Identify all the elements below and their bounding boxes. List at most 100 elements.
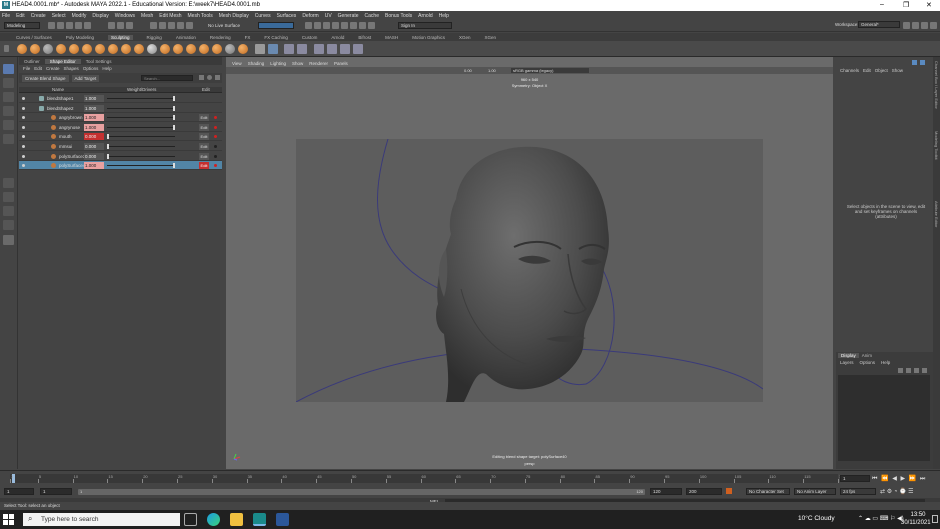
shelf-tab-poly-modeling[interactable]: Poly Modeling [66,35,94,40]
menu-windows[interactable]: Windows [115,13,135,19]
shape-menu-edit[interactable]: Edit [34,66,42,71]
shelf-tab-mash[interactable]: MASH [385,35,398,40]
file-explorer-icon[interactable] [230,513,243,526]
range-bar[interactable]: 1 120 [78,489,645,495]
pinch-tool-icon[interactable] [69,44,79,54]
side-tab-channel-box-layer-editor[interactable]: Channel Box / Layer Editor [934,61,939,109]
layer-menu-help[interactable]: Help [881,360,890,365]
tab-tool-settings[interactable]: Tool Settings [81,59,117,64]
end-frame-field[interactable]: 200 [686,488,722,495]
windows-start-icon[interactable] [3,514,14,525]
add-target-button[interactable]: Add Target [71,74,100,82]
weight-slider[interactable] [107,117,175,119]
new-layer-selected-icon[interactable] [922,368,927,373]
wax-tool-icon[interactable] [147,44,157,54]
clock-time[interactable]: 13:50 [907,512,929,518]
side-tab-modeling-toolkit[interactable]: Modeling Toolkit [934,131,939,160]
shelf-menu-icon[interactable] [4,45,9,52]
shape-menu-file[interactable]: File [23,66,30,71]
snap-view-icon[interactable] [177,22,184,29]
scale-tool-icon[interactable] [3,134,14,144]
repeat-tool-icon[interactable] [121,44,131,54]
rotate-tool-icon[interactable] [3,120,14,130]
viewport-menu-show[interactable]: Show [292,61,303,66]
menu-cache[interactable]: Cache [365,13,379,19]
shelf-tab-xgen[interactable]: XGen [459,35,471,40]
flip-target-icon[interactable] [353,44,363,54]
bulge-tool-icon[interactable] [212,44,222,54]
shape-menu-create[interactable]: Create [46,66,60,71]
render-settings-icon[interactable] [332,22,339,29]
layer-list[interactable] [838,375,930,461]
filter-icon[interactable] [199,75,204,80]
menu-create[interactable]: Create [31,13,46,19]
imprint-tool-icon[interactable] [134,44,144,54]
edit-button[interactable]: Edit [199,133,209,141]
channel-menu-channels[interactable]: Channels [840,68,859,73]
input-field-dropdown[interactable] [258,22,294,29]
weight-slider[interactable] [107,98,175,99]
redo-icon[interactable] [84,22,91,29]
shape-menu-options[interactable]: Options [83,66,99,71]
edit-button[interactable]: Edit [199,123,209,131]
close-button[interactable]: ✕ [926,1,932,9]
history-icon[interactable] [305,22,312,29]
delete-icon[interactable] [215,75,220,80]
layer-down-icon[interactable] [906,368,911,373]
shape-editor-icon[interactable] [297,44,307,54]
maya-taskbar-icon[interactable] [253,513,266,526]
foamy-tool-icon[interactable] [95,44,105,54]
channel-menu-show[interactable]: Show [892,68,903,73]
shelf-tab-curves-surfaces[interactable]: Curves / Surfaces [16,35,52,40]
visibility-icon[interactable] [22,116,25,120]
flatten-tool-icon[interactable] [82,44,92,54]
single-view-icon[interactable] [3,178,14,188]
layer-menu-layers[interactable]: Layers [840,360,854,365]
blend-shape-icon[interactable] [284,44,294,54]
menu-bonus-tools[interactable]: Bonus Tools [385,13,412,19]
snap-point-icon[interactable] [168,22,175,29]
shape-menu-shapes[interactable]: Shapes [64,66,79,71]
visibility-icon[interactable] [22,145,25,148]
current-frame-field[interactable]: 1 [840,475,870,482]
camera-icon[interactable] [368,22,375,29]
mode-dropdown[interactable]: Modeling [4,22,40,29]
viewport-menu-view[interactable]: View [232,61,242,66]
edit-button[interactable]: Edit [199,152,209,160]
weight-slider-knob[interactable] [173,124,175,130]
layer-menu-options[interactable]: Options [860,360,876,365]
freeze-tool-icon[interactable] [238,44,248,54]
ipr-render-icon[interactable] [323,22,330,29]
weight-slider-knob[interactable] [107,134,109,140]
weight-slider-knob[interactable] [173,96,175,101]
grid-icon[interactable] [268,44,278,54]
auto-key-icon[interactable] [726,488,732,494]
weight-field[interactable]: 1.000 [84,123,104,131]
snap-surface-icon[interactable] [186,22,193,29]
clock-date[interactable]: 30/11/2021 [901,520,931,526]
menu-edit[interactable]: Edit [16,13,25,19]
taskbar-search-input[interactable]: Type here to search [23,513,180,526]
channel-menu-object[interactable]: Object [875,68,888,73]
menu-mesh-display[interactable]: Mesh Display [219,13,249,19]
snap-curve-icon[interactable] [159,22,166,29]
blend-shape-row[interactable]: blendShape1 1.000 [19,94,222,103]
scrape-tool-icon[interactable] [160,44,170,54]
render-frame-icon[interactable] [314,22,321,29]
weight-field[interactable]: 1.000 [84,114,104,122]
select-component-icon[interactable] [126,22,133,29]
move-tool-icon[interactable] [3,106,14,116]
persp-outliner-icon[interactable] [3,206,14,216]
blend-shape-row[interactable]: mouth 0.000 Edit [19,132,222,142]
duplicate-target-icon[interactable] [327,44,337,54]
new-scene-icon[interactable] [48,22,55,29]
shelf-tab-animation[interactable]: Animation [176,35,196,40]
visibility-icon[interactable] [22,135,25,139]
knife-tool-icon[interactable] [186,44,196,54]
visibility-icon[interactable] [22,164,25,168]
menu-display[interactable]: Display [92,13,108,19]
save-scene-icon[interactable] [66,22,73,29]
create-blend-shape-button[interactable]: Create Blend Shape [22,74,69,82]
shape-menu-help[interactable]: Help [102,66,111,71]
blend-shape-row[interactable]: angrynose 1.000 Edit [19,123,222,132]
